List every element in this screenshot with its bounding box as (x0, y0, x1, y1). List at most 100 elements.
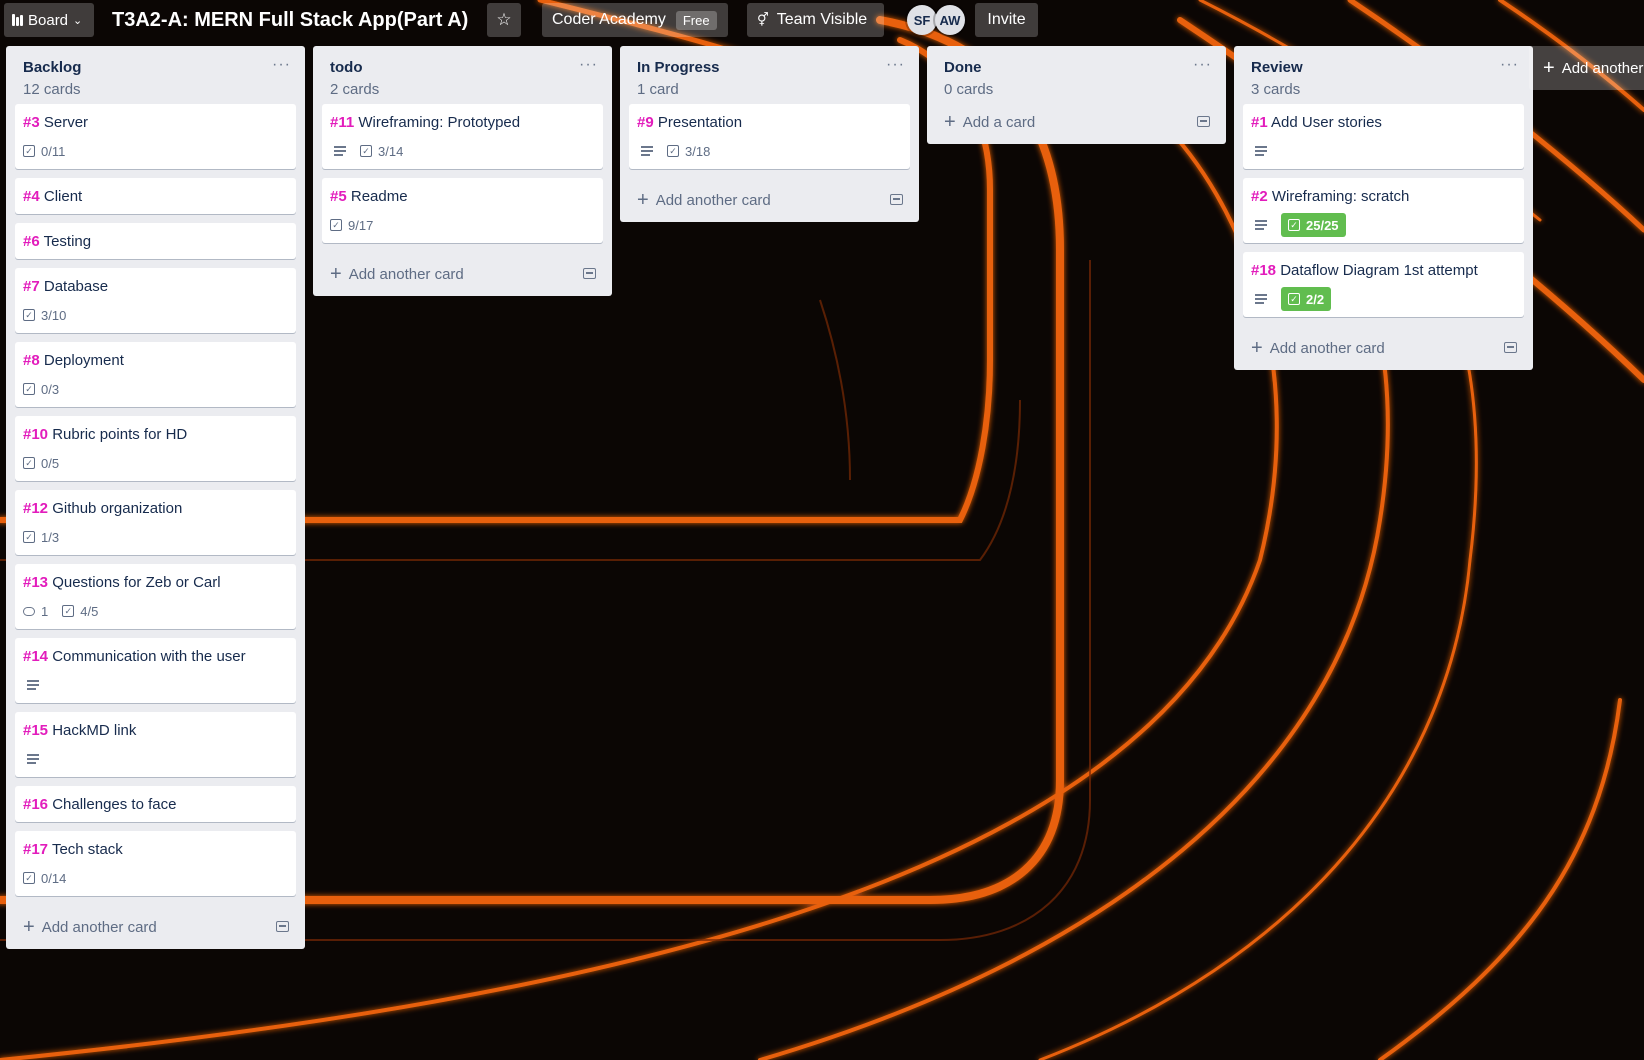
visibility-button[interactable]: ⚥ Team Visible (747, 3, 884, 37)
card[interactable]: #9 Presentation ✓ 3/18 (629, 104, 910, 169)
board-menu-button[interactable]: Board ⌄ (4, 3, 94, 37)
checklist-count: 0/14 (41, 870, 67, 886)
add-card-button[interactable]: + Add another card (6, 905, 305, 949)
checklist-badge: ✓ 0/14 (23, 871, 66, 886)
board-title[interactable]: T3A2-A: MERN Full Stack App(Part A) (112, 3, 468, 37)
card-list: #9 Presentation ✓ 3/18 (620, 104, 919, 169)
list-menu-icon[interactable]: ··· (886, 56, 905, 74)
checklist-icon: ✓ (23, 872, 35, 884)
card[interactable]: #2 Wireframing: scratch ✓ 25/25 (1243, 178, 1524, 243)
card[interactable]: #16 Challenges to face (15, 786, 296, 822)
list-title[interactable]: todo (330, 59, 362, 76)
card-name: Questions for Zeb or Carl (52, 574, 221, 591)
description-icon (1255, 294, 1267, 304)
member-avatar-sf[interactable]: SF (907, 5, 937, 35)
card[interactable]: #18 Dataflow Diagram 1st attempt ✓ 2/2 (1243, 252, 1524, 317)
list-header: Backlog 12 cards ··· (6, 46, 305, 104)
add-card-button[interactable]: + Add a card (927, 100, 1226, 144)
invite-button[interactable]: Invite (975, 3, 1038, 37)
checklist-badge: ✓ 4/5 (62, 604, 98, 619)
card[interactable]: #12 Github organization ✓ 1/3 (15, 490, 296, 555)
card[interactable]: #15 HackMD link (15, 712, 296, 777)
card-badges (1251, 141, 1516, 161)
card-name: Wireframing: Prototyped (358, 114, 521, 131)
card[interactable]: #3 Server ✓ 0/11 (15, 104, 296, 169)
card-name: Testing (43, 233, 92, 250)
card-number: #1 (1251, 114, 1268, 131)
card-name: Database (43, 278, 109, 295)
card[interactable]: #5 Readme ✓ 9/17 (322, 178, 603, 243)
plus-icon: + (944, 111, 956, 133)
list-title[interactable]: Review (1251, 59, 1303, 76)
description-icon (27, 754, 39, 764)
team-name: Coder Academy (552, 11, 666, 28)
card-template-icon[interactable] (1197, 116, 1210, 127)
description-icon (27, 680, 39, 690)
team-plan-badge: Free (675, 10, 717, 30)
card-template-icon[interactable] (1504, 342, 1517, 353)
card-list: #3 Server ✓ 0/11 #4 Client #6 Testing #7 Data… (6, 104, 305, 896)
card-title: #17 Tech stack (23, 840, 288, 859)
checklist-badge: ✓ 0/11 (23, 144, 65, 159)
board-header: Board ⌄ T3A2-A: MERN Full Stack App(Part… (0, 0, 1644, 40)
card[interactable]: #14 Communication with the user (15, 638, 296, 703)
checklist-icon: ✓ (1288, 219, 1300, 231)
team-button[interactable]: Coder Academy Free (542, 3, 728, 37)
card[interactable]: #17 Tech stack ✓ 0/14 (15, 831, 296, 896)
card-name: Rubric points for HD (52, 426, 188, 443)
list-title[interactable]: In Progress (637, 59, 720, 76)
checklist-badge: ✓ 3/10 (23, 308, 66, 323)
card-number: #16 (23, 796, 49, 813)
list-title[interactable]: Backlog (23, 59, 81, 76)
card-template-icon[interactable] (276, 921, 289, 932)
checklist-badge: ✓ 3/18 (667, 144, 710, 159)
card[interactable]: #13 Questions for Zeb or Carl 1 ✓ 4/5 (15, 564, 296, 629)
list-backlog: Backlog 12 cards ··· #3 Server ✓ 0/11 #4 Clien… (6, 46, 305, 949)
checklist-count: 0/11 (41, 143, 66, 159)
card-number: #5 (330, 188, 347, 205)
card[interactable]: #7 Database ✓ 3/10 (15, 268, 296, 333)
comment-count: 1 (41, 603, 49, 619)
card-title: #2 Wireframing: scratch (1251, 187, 1516, 206)
description-icon (641, 146, 653, 156)
add-card-button[interactable]: + Add another card (1234, 326, 1533, 370)
card[interactable]: #8 Deployment ✓ 0/3 (15, 342, 296, 407)
checklist-icon: ✓ (1288, 293, 1300, 305)
list-menu-icon[interactable]: ··· (1193, 56, 1212, 74)
card-title: #5 Readme (330, 187, 595, 206)
add-card-button[interactable]: + Add another card (620, 178, 919, 222)
card-name: Server (43, 114, 89, 131)
add-card-label: Add another card (655, 191, 771, 209)
card-template-icon[interactable] (583, 268, 596, 279)
card[interactable]: #11 Wireframing: Prototyped ✓ 3/14 (322, 104, 603, 169)
card-number: #6 (23, 233, 40, 250)
card-title: #14 Communication with the user (23, 647, 288, 666)
star-button[interactable]: ☆ (487, 3, 521, 37)
checklist-icon: ✓ (23, 145, 35, 157)
card-number: #7 (23, 278, 40, 295)
member-avatar-aw[interactable]: AW (935, 5, 965, 35)
card-badges: ✓ 25/25 (1251, 213, 1516, 237)
checklist-count: 3/14 (378, 143, 404, 159)
add-card-button[interactable]: + Add another card (313, 252, 612, 296)
checklist-badge: ✓ 2/2 (1281, 287, 1332, 311)
card[interactable]: #6 Testing (15, 223, 296, 259)
checklist-badge: ✓ 0/5 (23, 456, 59, 471)
board-icon (12, 14, 23, 26)
card[interactable]: #10 Rubric points for HD ✓ 0/5 (15, 416, 296, 481)
card-badges: ✓ 0/3 (23, 379, 288, 399)
card[interactable]: #4 Client (15, 178, 296, 214)
card-badges: ✓ 0/11 (23, 141, 288, 161)
add-list-button[interactable]: + Add another list (1529, 46, 1644, 90)
card-badges: ✓ 3/18 (637, 141, 902, 161)
checklist-icon: ✓ (62, 605, 75, 617)
card-template-icon[interactable] (890, 194, 903, 205)
list-menu-icon[interactable]: ··· (1500, 56, 1519, 74)
list-menu-icon[interactable]: ··· (272, 56, 291, 74)
list-menu-icon[interactable]: ··· (579, 56, 598, 74)
card[interactable]: #1 Add User stories (1243, 104, 1524, 169)
description-icon (1255, 146, 1267, 156)
list-title[interactable]: Done (944, 59, 982, 76)
card-title: #13 Questions for Zeb or Carl (23, 573, 288, 592)
card-number: #4 (23, 188, 40, 205)
